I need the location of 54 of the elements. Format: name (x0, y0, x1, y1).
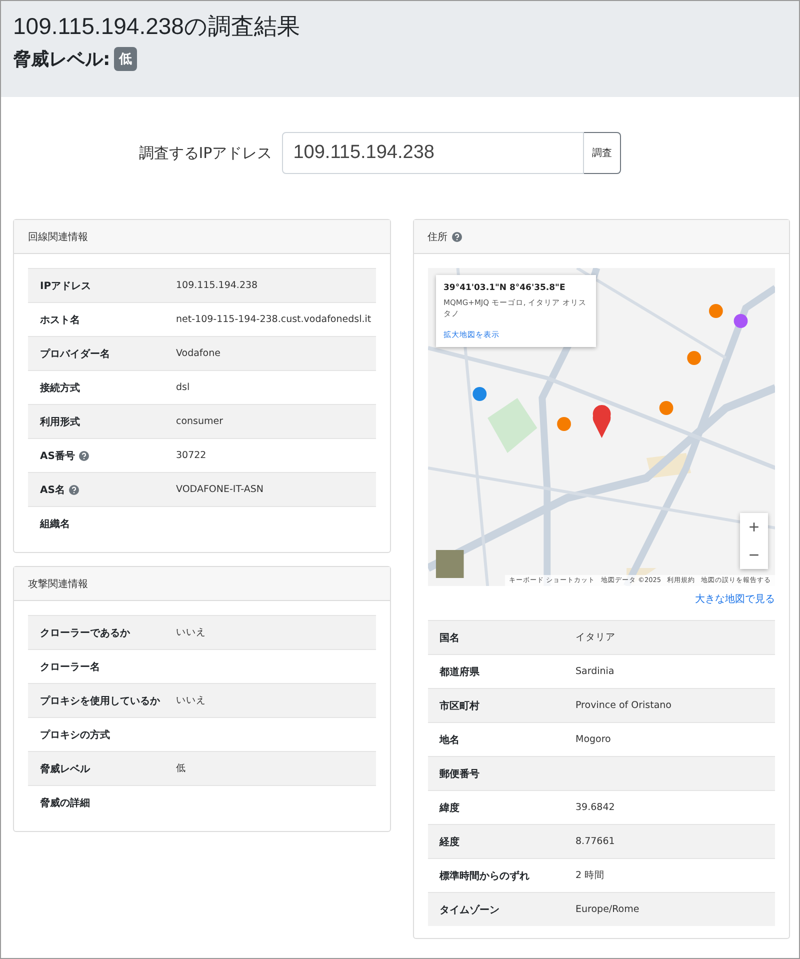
row-label: 標準時間からのずれ (440, 870, 530, 882)
row-value: いいえ (176, 694, 206, 707)
row-label: 脅威レベル (40, 762, 90, 776)
card-title: 攻撃関連情報 (28, 578, 88, 590)
big-map-link[interactable]: 大きな地図で見る (695, 592, 775, 606)
row-label: タイムゾーン (440, 904, 500, 916)
row-label: 組織名 (40, 518, 70, 530)
card-title: 回線関連情報 (28, 230, 88, 244)
row-label: 国名 (440, 632, 460, 644)
zoom-in-button[interactable]: + (740, 513, 768, 541)
row-value: 8.77661 (576, 836, 615, 847)
row-value: VODAFONE-IT-ASN (176, 484, 264, 495)
row-label: クローラー名 (40, 660, 100, 674)
row-label: 接続方式 (40, 381, 80, 394)
row-label: プロバイダー名 (40, 347, 110, 360)
row-label: AS名 (40, 484, 65, 496)
row-label: プロキシを使用しているか (40, 694, 160, 708)
threat-label: 脅威レベル: (13, 48, 110, 71)
row-value: イタリア (576, 631, 616, 644)
row-label: プロキシの方式 (40, 728, 110, 742)
row-value: net-109-115-194-238.cust.vodafonedsl.it (176, 314, 372, 325)
row-label: 脅威の詳細 (40, 796, 90, 810)
row-value: Europe/Rome (576, 904, 640, 915)
card-title: 住所 (428, 230, 448, 244)
row-value: 2 時間 (576, 869, 605, 882)
row-label: ホスト名 (40, 314, 80, 326)
row-label: 緯度 (440, 801, 460, 814)
row-label: AS番号 (40, 450, 75, 462)
coordinates: 39°41'03.1"N 8°46'35.8"E (444, 283, 566, 293)
search-button[interactable]: 調査 (584, 132, 622, 174)
row-value: Province of Oristano (576, 700, 672, 711)
row-value: 低 (176, 762, 186, 775)
row-label: 都道府県 (440, 665, 480, 678)
row-value: Vodafone (176, 348, 220, 359)
row-label: IPアドレス (40, 280, 92, 292)
row-value: いいえ (176, 626, 206, 639)
row-label: クローラーであるか (40, 626, 130, 640)
page-title: 109.115.194.238の調査結果 (13, 12, 301, 41)
ip-input-field[interactable]: 109.115.194.238 (282, 132, 584, 174)
row-label: 地名 (440, 734, 460, 746)
row-label: 経度 (440, 835, 460, 848)
row-value: Sardinia (576, 666, 614, 677)
row-value: Mogoro (576, 734, 611, 745)
row-value: 109.115.194.238 (176, 280, 258, 291)
row-label: 郵便番号 (440, 768, 480, 780)
search-label: 調査するIPアドレス (138, 144, 272, 162)
zoom-out-button[interactable]: − (740, 541, 768, 569)
row-value: consumer (176, 416, 224, 427)
row-label: 利用形式 (40, 416, 80, 428)
row-label: 市区町村 (440, 699, 480, 712)
row-value: 30722 (176, 450, 206, 461)
threat-badge: 低 (114, 47, 138, 71)
row-value: dsl (176, 382, 190, 393)
row-value: 39.6842 (576, 802, 615, 813)
